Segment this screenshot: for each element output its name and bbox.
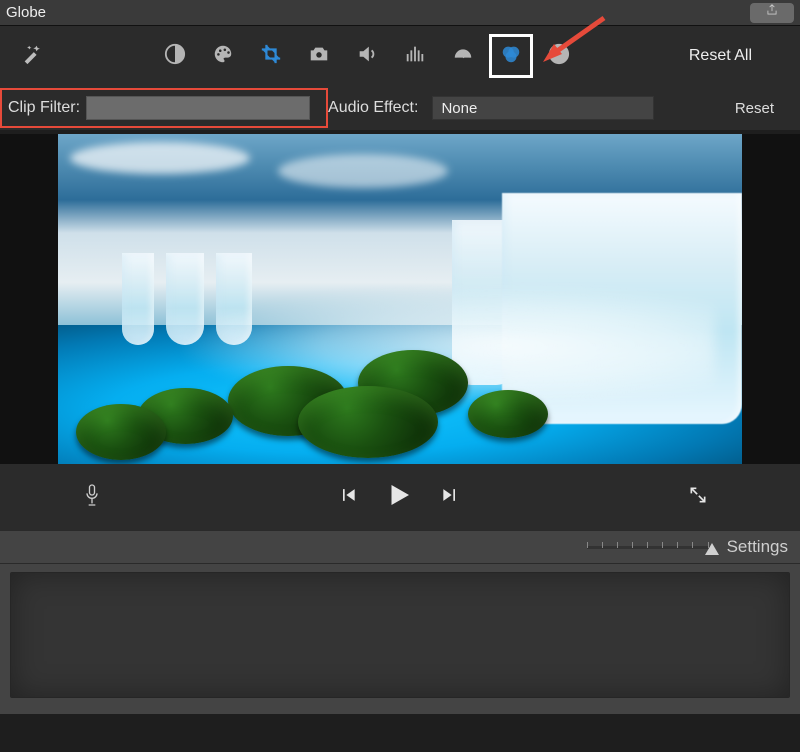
palette-icon <box>212 43 234 70</box>
magic-wand-button[interactable] <box>18 43 46 70</box>
share-icon <box>765 3 779 22</box>
effects-row: Clip Filter: Audio Effect: None Reset <box>0 86 800 130</box>
timeline-area <box>0 564 800 714</box>
preview-container <box>0 134 800 464</box>
fullscreen-button[interactable] <box>688 485 712 510</box>
play-button[interactable] <box>384 480 414 515</box>
video-preview[interactable] <box>58 134 742 464</box>
speedometer-icon <box>452 43 474 70</box>
preview-rock <box>76 404 166 460</box>
microphone-icon <box>82 482 102 513</box>
info-button[interactable] <box>547 44 571 68</box>
color-correction-button[interactable] <box>211 44 235 68</box>
equalizer-button[interactable] <box>403 44 427 68</box>
preview-rock <box>468 390 548 438</box>
filters-icon <box>500 43 522 70</box>
preview-cloud <box>70 142 250 174</box>
reset-button[interactable]: Reset <box>735 100 774 117</box>
reset-all-button[interactable]: Reset All <box>689 47 752 65</box>
volume-button[interactable] <box>355 44 379 68</box>
timeline-settings-bar: Settings <box>0 530 800 564</box>
voiceover-button[interactable] <box>82 482 110 513</box>
timeline-track[interactable] <box>10 572 790 698</box>
project-title: Globe <box>6 4 46 21</box>
audio-effect-dropdown[interactable]: None <box>432 96 654 120</box>
color-balance-button[interactable] <box>163 44 187 68</box>
next-button[interactable] <box>440 485 460 510</box>
zoom-slider[interactable] <box>587 546 713 549</box>
magic-wand-icon <box>21 43 43 70</box>
info-icon <box>548 43 570 70</box>
clip-filter-dropdown[interactable] <box>86 96 310 120</box>
title-bar: Globe <box>0 0 800 26</box>
clip-filter-label: Clip Filter: <box>8 99 80 117</box>
skip-forward-icon <box>440 485 460 510</box>
speed-button[interactable] <box>451 44 475 68</box>
contrast-icon <box>164 43 186 70</box>
zoom-track <box>587 546 713 549</box>
crop-icon <box>260 43 282 70</box>
clip-filter-button[interactable] <box>499 44 523 68</box>
adjust-toolbar: Reset All <box>0 26 800 86</box>
volume-icon <box>356 43 378 70</box>
preview-rock <box>298 386 438 458</box>
crop-button[interactable] <box>259 44 283 68</box>
skip-back-icon <box>338 485 358 510</box>
preview-cloud <box>278 154 448 188</box>
play-icon <box>384 480 414 515</box>
expand-icon <box>688 485 708 510</box>
stabilization-button[interactable] <box>307 44 331 68</box>
equalizer-icon <box>404 43 426 70</box>
audio-effect-label: Audio Effect: <box>328 99 418 117</box>
audio-effect-value: None <box>441 100 477 117</box>
preview-waterfall <box>122 253 154 345</box>
camera-icon <box>308 43 330 70</box>
playback-bar <box>0 464 800 530</box>
zoom-thumb[interactable] <box>705 543 719 555</box>
settings-button[interactable]: Settings <box>727 537 788 557</box>
share-button[interactable] <box>750 3 794 23</box>
previous-button[interactable] <box>338 485 358 510</box>
